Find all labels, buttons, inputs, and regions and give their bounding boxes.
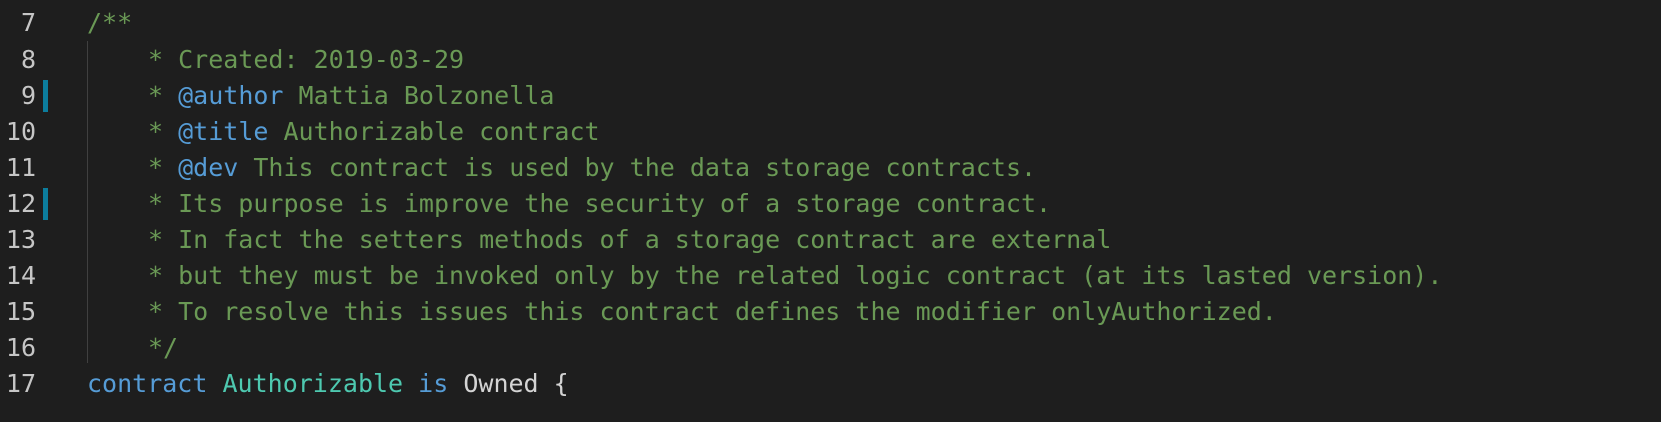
contract-name: Authorizable <box>222 369 404 398</box>
modified-line-indicator[interactable] <box>43 80 48 112</box>
line-number: 14 <box>5 261 36 290</box>
comment-text: /** <box>87 8 133 37</box>
code-line-15[interactable]: 15 * To resolve this issues this contrac… <box>0 293 1277 331</box>
code-line-14[interactable]: 14 * but they must be invoked only by th… <box>0 257 1443 295</box>
line-number: 9 <box>20 81 36 110</box>
modified-line-indicator[interactable] <box>43 188 48 220</box>
comment-prefix: * <box>148 117 179 146</box>
comment-text: Authorizable contract <box>268 117 600 146</box>
comment-line: * @author Mattia Bolzonella <box>148 77 554 115</box>
base-contract-name: Owned <box>463 369 539 398</box>
comment-prefix: * <box>148 153 179 182</box>
comment-text: Mattia Bolzonella <box>283 81 555 110</box>
comment-text: * To resolve this issues this contract d… <box>148 297 1277 326</box>
doc-tag: @author <box>178 81 284 110</box>
line-number: 12 <box>5 189 36 218</box>
comment-text: * but they must be invoked only by the r… <box>148 261 1443 290</box>
line-number: 7 <box>20 8 36 37</box>
comment-line: * @title Authorizable contract <box>148 113 600 151</box>
line-number: 11 <box>5 153 36 182</box>
line-number: 8 <box>20 45 36 74</box>
line-number: 10 <box>5 117 36 146</box>
line-number: 13 <box>5 225 36 254</box>
code-line-8[interactable]: 8 * Created: 2019-03-29 <box>0 41 464 79</box>
comment-text: * Its purpose is improve the security of… <box>148 189 1052 218</box>
keyword-contract: contract <box>87 369 208 398</box>
contract-declaration: contract Authorizable is Owned { <box>87 365 569 403</box>
comment-text: * In fact the setters methods of a stora… <box>148 225 1112 254</box>
line-number: 16 <box>5 333 36 362</box>
code-line-16[interactable]: 16 */ <box>0 329 178 367</box>
comment-prefix: * <box>148 81 179 110</box>
code-line-7[interactable]: 7 /** <box>0 4 132 42</box>
comment-text: This contract is used by the data storag… <box>238 153 1037 182</box>
code-line-13[interactable]: 13 * In fact the setters methods of a st… <box>0 221 1111 259</box>
code-line-12[interactable]: 12 * Its purpose is improve the security… <box>0 185 1051 223</box>
code-line-11[interactable]: 11 * @dev This contract is used by the d… <box>0 149 1036 187</box>
code-line-17[interactable]: 17 contract Authorizable is Owned { <box>0 365 569 403</box>
comment-line: * @dev This contract is used by the data… <box>148 149 1036 187</box>
code-editor[interactable]: 7 /** 8 * Created: 2019-03-29 9 * @autho… <box>0 0 1661 422</box>
open-brace: { <box>553 369 569 398</box>
doc-tag: @title <box>178 117 269 146</box>
code-line-9[interactable]: 9 * @author Mattia Bolzonella <box>0 77 554 115</box>
line-number: 15 <box>5 297 36 326</box>
line-number: 17 <box>5 369 36 398</box>
doc-tag: @dev <box>178 153 239 182</box>
code-line-10[interactable]: 10 * @title Authorizable contract <box>0 113 600 151</box>
keyword-is: is <box>418 369 449 398</box>
comment-text: */ <box>148 333 179 362</box>
indent-guide <box>87 41 88 363</box>
comment-text: * Created: 2019-03-29 <box>148 45 465 74</box>
